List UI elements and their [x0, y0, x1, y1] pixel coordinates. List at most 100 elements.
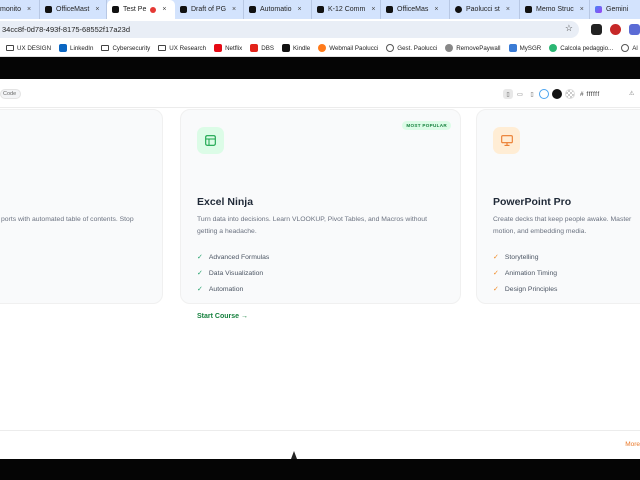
close-icon[interactable]: × [506, 6, 510, 13]
feature-item: ✓ Storytelling [493, 253, 539, 262]
preview-toolbar: Code ▯ ▭ ▯ # ffffff ⚠ [0, 79, 640, 108]
tab-active[interactable]: Test Pe × [107, 0, 175, 19]
bookmark-dbs[interactable]: DBS [250, 44, 274, 52]
extension-icon[interactable] [610, 24, 621, 35]
bookmark-linkedin[interactable]: LinkedIn [59, 44, 93, 52]
extension-icon[interactable] [591, 24, 602, 35]
folder-icon [6, 45, 14, 51]
feature-label: Data Visualization [208, 269, 264, 277]
tab[interactable]: Memo Struc × [520, 0, 590, 19]
bookmark-ux-research[interactable]: UX Research [158, 45, 206, 52]
bookmark-removepaywall[interactable]: RemovePaywall [445, 44, 501, 52]
tab[interactable]: OfficeMast × [40, 0, 107, 19]
tab[interactable]: K-12 Comm × [312, 0, 381, 19]
desktop-view-icon[interactable]: ▯ [527, 89, 537, 99]
alert-icon[interactable]: ⚠ [629, 90, 634, 97]
address-row: 34cc8f-0d78-493f-8175-68552f17a23d ☆ [0, 19, 640, 40]
tab-strip: monito × OfficeMast × Test Pe × Draft of PG… [0, 0, 640, 19]
feature-item: ✓ Advanced Formulas [197, 253, 269, 262]
tab-title: Paolucci st [466, 6, 500, 13]
favicon-icon [249, 6, 256, 13]
removepaywall-icon [445, 44, 454, 52]
extension-icon[interactable] [629, 24, 640, 35]
tablet-view-icon[interactable]: ▭ [515, 89, 525, 99]
close-icon[interactable]: × [232, 6, 236, 13]
bookmark-cybersecurity[interactable]: Cybersecurity [101, 45, 150, 52]
transparent-swatch[interactable] [565, 89, 575, 99]
check-icon: ✓ [493, 270, 499, 277]
bookmark-calcola-pedaggio[interactable]: Calcola pedaggio... [549, 44, 613, 52]
card-title: Excel Ninja [197, 196, 254, 208]
tab-title: Memo Struc [536, 6, 574, 13]
white-swatch[interactable] [539, 89, 549, 99]
tab-title: K-12 Comm [328, 6, 366, 13]
dbs-icon [250, 44, 259, 52]
course-card-left: ports with automated table of contents. … [0, 109, 163, 304]
course-card-excel: MOST POPULAR Excel Ninja Turn data into … [180, 109, 461, 320]
close-icon[interactable]: × [162, 6, 166, 13]
most-popular-badge: MOST POPULAR [402, 121, 451, 130]
start-course-link[interactable]: Start Course → [197, 313, 248, 320]
feature-item: ✓ Design Principles [493, 285, 558, 294]
code-label: Code [3, 91, 17, 97]
card-title: PowerPoint Pro [493, 196, 572, 208]
hex-value[interactable]: # ffffff [580, 91, 600, 98]
close-icon[interactable]: × [371, 6, 375, 13]
mouse-cursor-icon [291, 451, 297, 459]
app-canvas: Code ▯ ▭ ▯ # ffffff ⚠ ports with automat… [0, 79, 640, 459]
tab[interactable]: Gemini [590, 0, 633, 19]
bookmark-label: Kindle [293, 44, 311, 52]
linkedin-icon [59, 44, 68, 52]
bookmark-netflix[interactable]: Netflix [214, 44, 242, 52]
address-bar[interactable]: 34cc8f-0d78-493f-8175-68552f17a23d ☆ [0, 21, 579, 38]
globe-icon [386, 44, 395, 52]
feature-item: ✓ Animation Timing [493, 269, 558, 278]
footer: More [0, 430, 640, 459]
black-swatch[interactable] [552, 89, 562, 99]
feature-label: Storytelling [504, 253, 539, 261]
netflix-icon [214, 44, 223, 52]
presentation-icon [493, 127, 520, 154]
tab-title: Test Pe [123, 6, 147, 13]
close-icon[interactable]: × [95, 6, 99, 13]
bookmark-kindle[interactable]: Kindle [282, 44, 310, 52]
bookmark-webmail[interactable]: Webmail Paolucci [318, 44, 378, 52]
tab[interactable]: monito × [0, 0, 40, 19]
code-chip[interactable]: Code [0, 89, 22, 99]
bookmark-label: UX Research [169, 44, 207, 52]
bookmark-ai[interactable]: Al [621, 44, 638, 52]
close-icon[interactable]: × [434, 6, 438, 13]
feature-item: ✓ Data Visualization [197, 269, 264, 278]
url-text: 34cc8f-0d78-493f-8175-68552f17a23d [2, 25, 131, 34]
tab[interactable]: Automatio × [244, 0, 312, 19]
tab[interactable]: Paolucci st × [450, 0, 520, 19]
calcola-icon [549, 44, 558, 52]
bookmark-star-icon[interactable]: ☆ [565, 23, 573, 34]
bookmark-ux-design[interactable]: UX DESIGN [6, 45, 51, 52]
card-description: ports with automated table of contents. … [1, 216, 134, 223]
bookmark-label: LinkedIn [70, 44, 94, 52]
black-band [0, 57, 640, 79]
more-link[interactable]: More [625, 441, 640, 448]
tab-title: monito [0, 6, 22, 13]
bookmark-gest-paolucci[interactable]: Gest. Paolucci [386, 44, 437, 52]
favicon-icon [455, 6, 462, 13]
mobile-view-icon[interactable]: ▯ [503, 89, 513, 99]
favicon-icon [112, 6, 119, 13]
tab[interactable]: Draft of PG × [175, 0, 244, 19]
tab[interactable]: OfficeMas × [381, 0, 450, 19]
bookmark-label: Calcola pedaggio... [560, 44, 614, 52]
close-icon[interactable]: × [27, 6, 31, 13]
bookmark-label: DBS [261, 44, 275, 52]
close-icon[interactable]: × [298, 6, 302, 13]
feature-label: Design Principles [504, 285, 558, 293]
feature-label: Animation Timing [504, 269, 558, 277]
tab-title: Gemini [606, 6, 629, 13]
favicon-icon [45, 6, 52, 13]
bookmark-mysgr[interactable]: MySGR [508, 44, 541, 52]
globe-icon [621, 44, 630, 52]
folder-icon [158, 45, 167, 51]
check-icon: ✓ [197, 254, 203, 261]
close-icon[interactable]: × [580, 6, 584, 13]
card-description: Turn data into decisions. Learn VLOOKUP,… [197, 216, 427, 235]
